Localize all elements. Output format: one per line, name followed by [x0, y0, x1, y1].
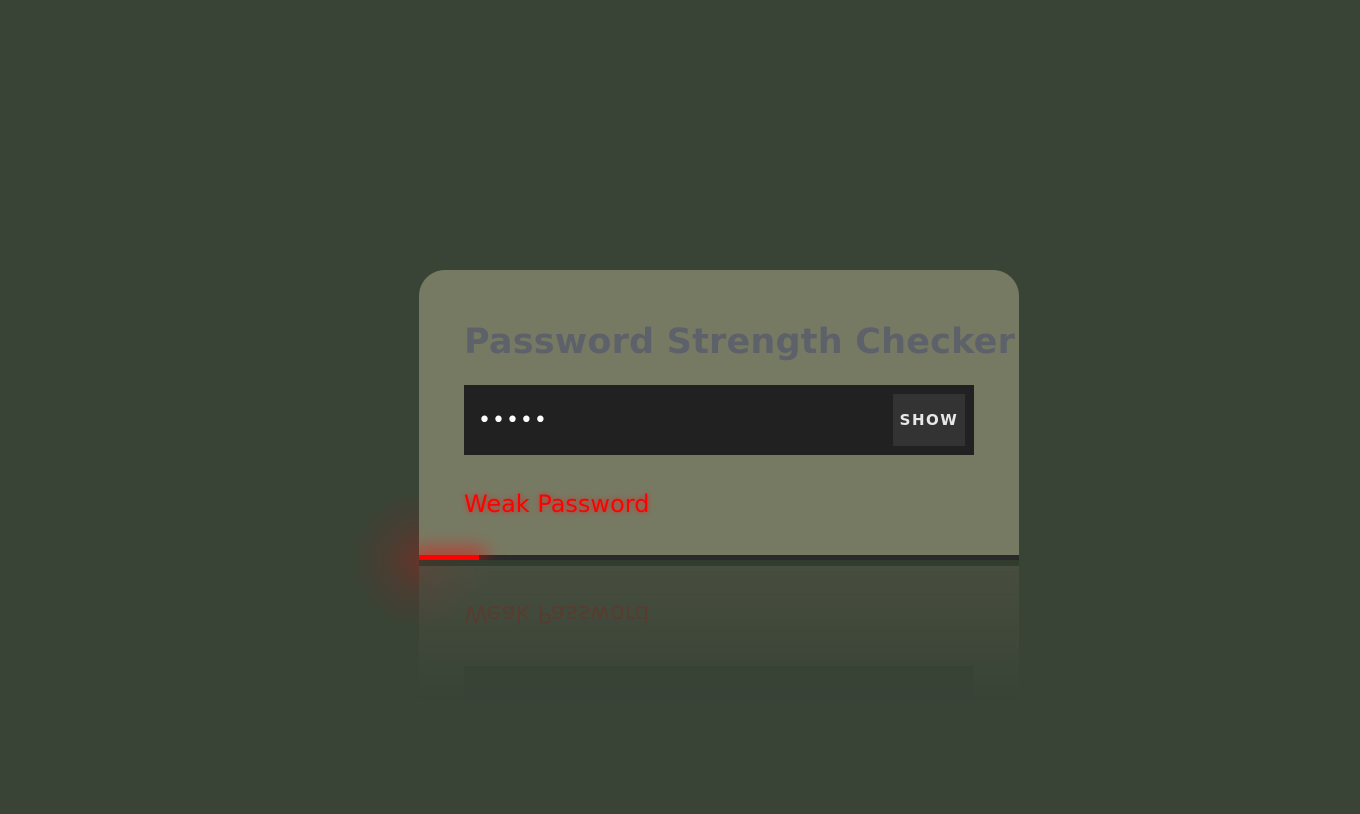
strength-meter-fill	[419, 555, 479, 560]
reflection-strength-label: Weak Password	[464, 600, 650, 628]
strength-meter	[419, 555, 1019, 560]
reflection-input	[464, 666, 974, 700]
password-input[interactable]	[478, 385, 878, 455]
app-stage: Password Strength Checker SHOW Weak Pass…	[0, 0, 1360, 814]
reflection-meter	[419, 560, 1019, 566]
page-title: Password Strength Checker	[464, 322, 1016, 362]
card-reflection: Weak Password	[419, 560, 1019, 700]
password-input-container: SHOW	[464, 385, 974, 455]
show-password-button[interactable]: SHOW	[893, 394, 965, 446]
password-checker-card: Password Strength Checker SHOW Weak Pass…	[419, 270, 1019, 560]
strength-label: Weak Password	[464, 490, 650, 518]
reflection-surface: Weak Password	[419, 560, 1019, 700]
